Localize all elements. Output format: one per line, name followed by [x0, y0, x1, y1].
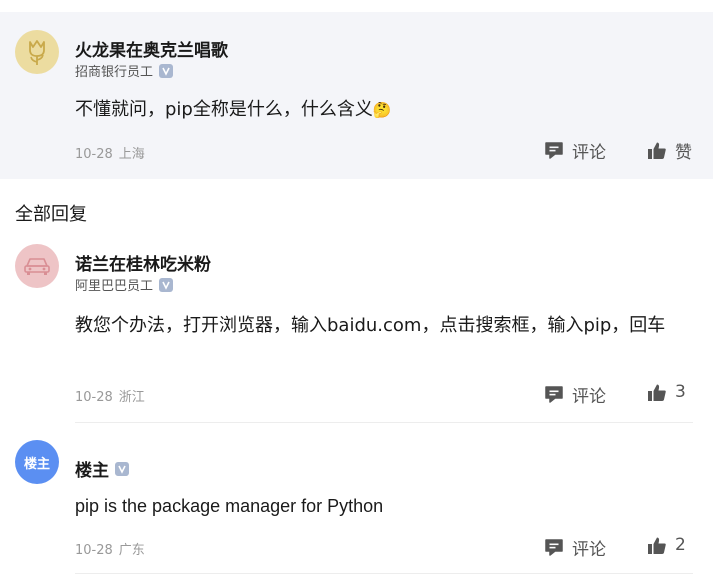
author-name[interactable]: 楼主: [75, 456, 129, 481]
role-label: 阿里巴巴员工: [75, 279, 154, 294]
tulip-icon: [29, 40, 45, 65]
reply-meta: 10-28 广东: [75, 539, 145, 558]
reply-text: pip is the package manager for Python: [75, 496, 384, 516]
reply-text: 教您个办法，打开浏览器，输入baidu.com，点击搜索框，输入pip，回车: [75, 315, 666, 336]
comment-location: 上海: [118, 147, 145, 162]
like-button[interactable]: 3: [647, 382, 686, 402]
author-name[interactable]: 诺兰在桂林吃米粉: [75, 250, 211, 275]
comment-label: 评论: [572, 540, 606, 560]
like-count: 3: [675, 382, 686, 402]
verified-icon: [159, 63, 174, 78]
reply-meta: 10-28 浙江: [75, 386, 145, 405]
thumbs-up-icon: [648, 142, 666, 159]
author-role: 阿里巴巴员工: [75, 275, 174, 294]
author-name[interactable]: 火龙果在奥克兰唱歌: [75, 36, 228, 61]
section-title: 全部回复: [15, 204, 87, 225]
author-role: 招商银行员工: [75, 61, 174, 80]
comment-text: 不懂就问，pip全称是什么，什么含义🤔: [75, 99, 392, 120]
car-icon: [24, 258, 50, 275]
avatar-label: 楼主: [23, 456, 50, 472]
emoji: 🤔: [372, 101, 392, 119]
comment-date: 10-28: [75, 147, 113, 162]
comment-icon: [545, 539, 563, 556]
reply-location: 广东: [118, 543, 145, 558]
comment-button[interactable]: 评论: [544, 138, 606, 163]
divider: [75, 573, 693, 574]
avatar[interactable]: [15, 244, 59, 288]
like-label: 赞: [675, 143, 692, 163]
author-label: 楼主: [75, 461, 109, 481]
verified-icon: [115, 461, 129, 476]
comment-button[interactable]: 评论: [544, 382, 606, 407]
comment-meta: 10-28 上海: [75, 143, 145, 162]
comment-icon: [545, 142, 563, 159]
main-comment-card: 火龙果在奥克兰唱歌 招商银行员工 不懂就问，pip全称是什么，什么含义🤔 10-…: [0, 12, 713, 179]
avatar[interactable]: [15, 30, 59, 74]
comment-button[interactable]: 评论: [544, 535, 606, 560]
comment-icon: [545, 386, 563, 403]
reply-date: 10-28: [75, 543, 113, 558]
reply-date: 10-28: [75, 390, 113, 405]
verified-icon: [159, 277, 174, 292]
like-button[interactable]: 赞: [647, 138, 692, 163]
role-label: 招商银行员工: [75, 65, 154, 80]
comment-label: 评论: [572, 143, 606, 163]
comment-label: 评论: [572, 387, 606, 407]
like-button[interactable]: 2: [647, 535, 686, 555]
like-count: 2: [675, 535, 686, 555]
thumbs-up-icon: [648, 384, 666, 401]
avatar[interactable]: 楼主: [15, 440, 59, 484]
reply-location: 浙江: [118, 390, 145, 405]
thumbs-up-icon: [648, 537, 666, 554]
divider: [75, 422, 693, 423]
